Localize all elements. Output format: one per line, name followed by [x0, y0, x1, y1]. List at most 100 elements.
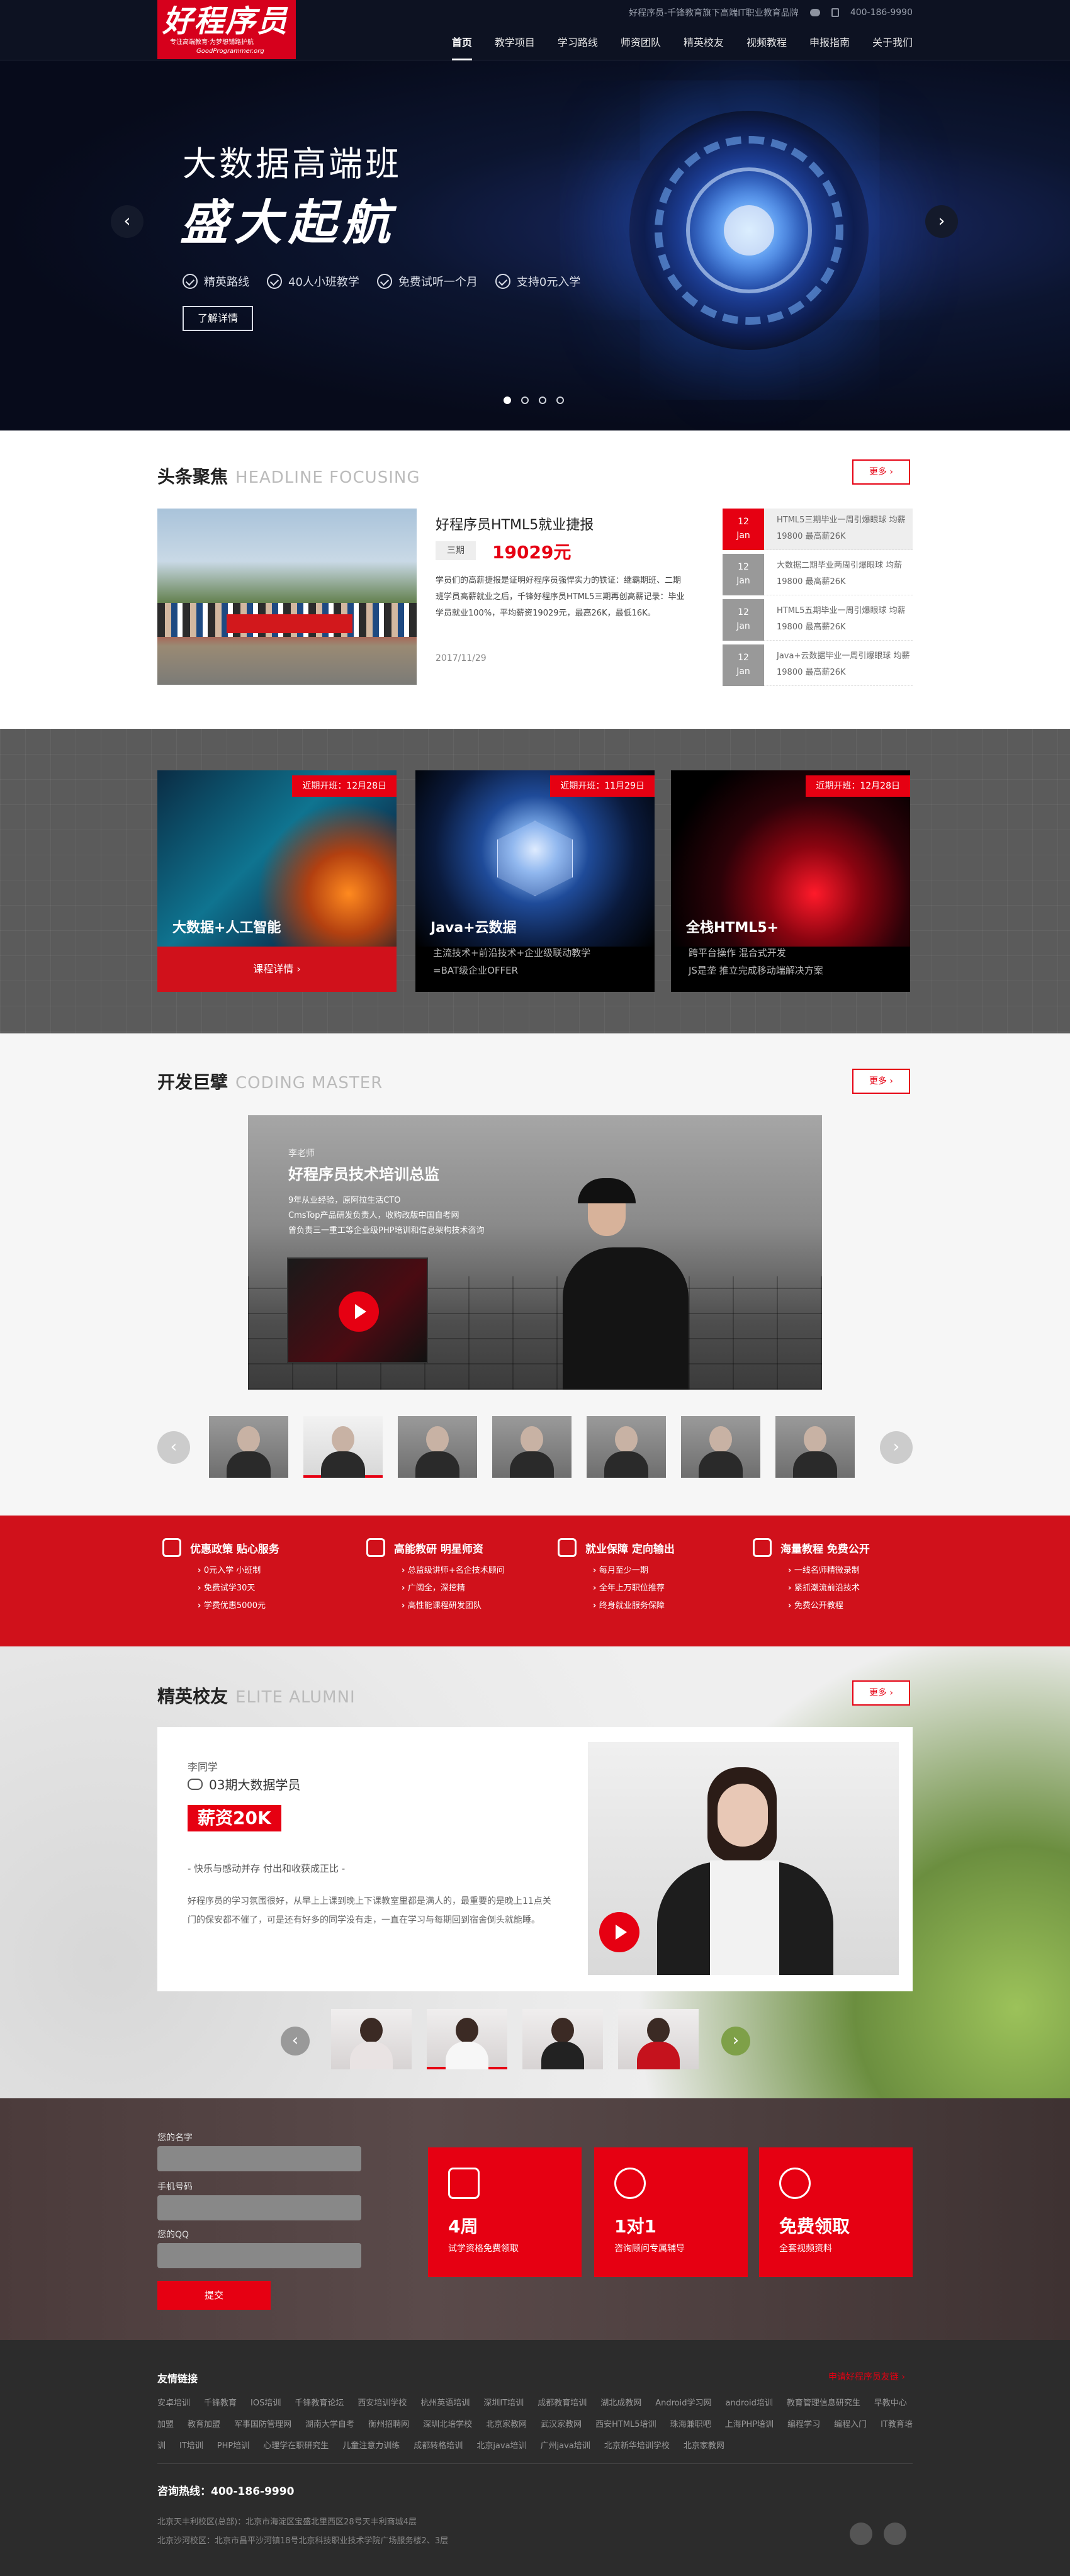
headline-more-button[interactable]: 更多 ›	[852, 459, 910, 485]
name-field[interactable]	[157, 2146, 361, 2171]
news-item[interactable]: 12 Jan 大数据二期毕业两周引爆眼球 均薪19800 最高薪26K	[723, 554, 913, 595]
news-title[interactable]: HTML5五期毕业一周引爆眼球 均薪19800 最高薪26K	[777, 603, 910, 636]
friend-link[interactable]: 编程入门	[834, 2420, 867, 2429]
friend-link[interactable]: 湖南大学自考	[305, 2420, 354, 2429]
friend-link[interactable]: 心理学在职研究生	[263, 2441, 329, 2451]
friend-link[interactable]: 上海PHP培训	[725, 2420, 774, 2429]
news-title[interactable]: 大数据二期毕业两周引爆眼球 均薪19800 最高薪26K	[777, 558, 910, 590]
banner-dot[interactable]	[539, 397, 546, 404]
nav-home[interactable]: 首页	[451, 28, 472, 60]
news-list: 12 Jan HTML5三期毕业一周引爆眼球 均薪19800 最高薪26K 12 Ja…	[723, 509, 913, 690]
friend-link[interactable]: 武汉家教网	[541, 2420, 582, 2429]
nav-teachers[interactable]: 师资团队	[621, 28, 661, 55]
friend-link[interactable]: 北京新华培训学校	[604, 2441, 670, 2451]
apply-link[interactable]: 申请好程序员友链 ›	[828, 2370, 905, 2383]
course-card-html5[interactable]: 近期开班：12月28日 全栈HTML5+ 跨平台操作 混合式开发 JS是垄 推立完…	[671, 770, 910, 992]
nav-alumni[interactable]: 精英校友	[684, 28, 724, 55]
friend-link[interactable]: 千锋教育	[204, 2399, 237, 2408]
alumni-thumb[interactable]	[618, 2009, 699, 2069]
friend-link[interactable]: 北京家教网	[486, 2420, 527, 2429]
friend-link[interactable]: 成都转格培训	[414, 2441, 463, 2451]
friend-link[interactable]: 北京家教网	[684, 2441, 724, 2451]
alumni-thumb[interactable]	[522, 2009, 603, 2069]
news-item[interactable]: 12 Jan HTML5五期毕业一周引爆眼球 均薪19800 最高薪26K	[723, 599, 913, 641]
friend-link[interactable]: Android学习网	[655, 2399, 711, 2408]
friend-link[interactable]: 衡州招聘网	[368, 2420, 409, 2429]
alumni-thumb[interactable]	[427, 2009, 507, 2069]
friend-link[interactable]: 教育加盟	[188, 2420, 220, 2429]
qq-field[interactable]	[157, 2243, 361, 2268]
submit-button[interactable]: 提交	[157, 2281, 271, 2310]
teacher-thumb[interactable]	[587, 1416, 666, 1478]
master-more-button[interactable]: 更多 ›	[852, 1069, 910, 1094]
master-prev-button[interactable]: ‹	[157, 1431, 190, 1464]
nav-videos[interactable]: 视频教程	[746, 28, 787, 55]
course-card-bigdata[interactable]: 近期开班：12月28日 大数据+人工智能 课程详情 ›	[157, 770, 397, 992]
news-item[interactable]: 12 Jan HTML5三期毕业一周引爆眼球 均薪19800 最高薪26K	[723, 509, 913, 550]
friend-link[interactable]: 深圳IT培训	[483, 2399, 524, 2408]
teacher-thumb[interactable]	[681, 1416, 760, 1478]
teacher-thumb[interactable]	[209, 1416, 288, 1478]
friend-link[interactable]: 深圳北培学校	[423, 2420, 472, 2429]
free-video-card[interactable]: 免费领取 全套视频资料	[759, 2147, 913, 2277]
wechat-icon[interactable]	[809, 9, 820, 16]
alumni-video[interactable]	[588, 1742, 899, 1975]
wechat-icon[interactable]	[850, 2523, 872, 2545]
weibo-icon[interactable]	[884, 2523, 906, 2545]
advantage-column: 就业保障 定向输出 每月至少一期全年上万职位推荐终身就业服务保障	[558, 1538, 675, 1615]
nav-guide[interactable]: 申报指南	[809, 28, 850, 55]
friend-link[interactable]: 编程学习	[787, 2420, 820, 2429]
friend-link[interactable]: 成都教育培训	[538, 2399, 587, 2408]
headline-photo[interactable]	[157, 509, 417, 685]
alumni-prev-button[interactable]: ‹	[281, 2027, 310, 2056]
banner-details-button[interactable]: 了解详情	[183, 306, 253, 331]
site-logo[interactable]: 好程序员 专注高端教育·为梦想铺路护航 GoodProgrammer.org	[157, 0, 296, 59]
nav-courses[interactable]: 教学项目	[495, 28, 535, 55]
alumni-thumb[interactable]	[331, 2009, 412, 2069]
friend-link[interactable]: 儿童注意力训练	[342, 2441, 400, 2451]
friend-link[interactable]: 西安培训学校	[358, 2399, 407, 2408]
friend-link[interactable]: PHP培训	[217, 2441, 249, 2451]
course-card-java[interactable]: 近期开班：11月29日 Java+云数据 主流技术+前沿技术+企业级联动教学 =B…	[415, 770, 655, 992]
banner-dot[interactable]	[556, 397, 564, 404]
teacher-thumb[interactable]	[398, 1416, 477, 1478]
play-icon[interactable]	[599, 1912, 639, 1952]
banner-dot[interactable]	[521, 397, 529, 404]
friend-link[interactable]: 珠海兼职吧	[670, 2420, 711, 2429]
friend-link[interactable]: android培训	[725, 2399, 772, 2408]
friend-link[interactable]: 杭州英语培训	[420, 2399, 470, 2408]
friend-link[interactable]: 西安HTML5培训	[595, 2420, 656, 2429]
banner-dot[interactable]	[504, 397, 511, 404]
header-phone: 400-186-9990	[850, 8, 913, 18]
friend-link[interactable]: 军事国防管理网	[234, 2420, 291, 2429]
friend-link[interactable]: 湖北成教网	[600, 2399, 641, 2408]
friend-link[interactable]: 北京java培训	[476, 2441, 526, 2451]
headline-article-title[interactable]: 好程序员HTML5就业捷报	[436, 514, 594, 534]
headline-article-tag: 三期	[436, 541, 476, 560]
consult-card[interactable]: 1对1 咨询顾问专属辅导	[594, 2147, 748, 2277]
teacher-thumb[interactable]	[303, 1416, 383, 1478]
alumni-next-button[interactable]: ›	[721, 2027, 750, 2056]
nav-about[interactable]: 关于我们	[872, 28, 913, 55]
news-item[interactable]: 12 Jan Java+云数据毕业一周引爆眼球 均薪19800 最高薪26K	[723, 644, 913, 686]
news-title[interactable]: HTML5三期毕业一周引爆眼球 均薪19800 最高薪26K	[777, 512, 910, 545]
phone-field[interactable]	[157, 2195, 361, 2220]
teacher-thumb[interactable]	[775, 1416, 855, 1478]
friend-link[interactable]: 千锋教育论坛	[295, 2399, 344, 2408]
alumni-more-button[interactable]: 更多 ›	[852, 1680, 910, 1706]
banner-prev-button[interactable]: ‹	[111, 205, 144, 238]
master-next-button[interactable]: ›	[880, 1431, 913, 1464]
friend-link[interactable]: 教育管理信息研究生	[787, 2399, 860, 2408]
friend-link[interactable]: 广州java培训	[541, 2441, 590, 2451]
banner-next-button[interactable]: ›	[925, 205, 958, 238]
teacher-thumb[interactable]	[492, 1416, 572, 1478]
course-details-button[interactable]: 课程详情 ›	[157, 947, 397, 992]
friend-link[interactable]: IT培训	[179, 2441, 203, 2451]
trial-card[interactable]: 4周 试学资格免费领取	[428, 2147, 582, 2277]
friend-link[interactable]: 安卓培训	[157, 2399, 190, 2408]
friend-link[interactable]: IOS培训	[251, 2399, 281, 2408]
news-title[interactable]: Java+云数据毕业一周引爆眼球 均薪19800 最高薪26K	[777, 648, 910, 681]
master-video[interactable]	[287, 1257, 428, 1363]
play-icon[interactable]	[339, 1291, 379, 1332]
nav-roadmap[interactable]: 学习路线	[558, 28, 598, 55]
